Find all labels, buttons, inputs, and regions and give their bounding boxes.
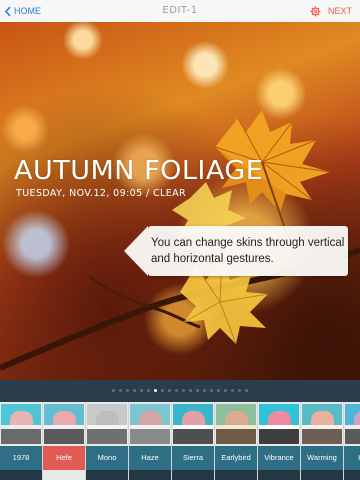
filter-label: 1978 [0, 446, 42, 470]
photo-subline: TUESDAY, NOV.12, 09:05 / CLEAR [16, 188, 187, 199]
filter-strip[interactable]: 1978 Hefe Mono Haze Sierra Earlybird Vibrance W… [0, 402, 360, 480]
page-dot-active[interactable] [154, 389, 157, 392]
filter-footer [344, 470, 360, 480]
page-indicator-bar [0, 380, 360, 402]
filter-footer [86, 470, 128, 480]
filter-item[interactable]: Earlybird [215, 402, 258, 480]
page-dot[interactable] [175, 389, 178, 392]
filter-item[interactable]: Warming [301, 402, 344, 480]
page-dot[interactable] [189, 389, 192, 392]
filter-thumbnail [44, 404, 84, 444]
filter-item[interactable]: 1978 [0, 402, 43, 480]
page-dot[interactable] [245, 389, 248, 392]
filter-footer [172, 470, 214, 480]
filter-footer [43, 470, 85, 480]
page-dot[interactable] [133, 389, 136, 392]
next-button[interactable]: NEXT [310, 4, 352, 18]
photo-headline: AUTUMN FOLIAGE [14, 156, 264, 186]
filter-label: Hefe [43, 446, 85, 470]
page-dot[interactable] [224, 389, 227, 392]
filter-thumbnail [130, 404, 170, 444]
page-dot[interactable] [168, 389, 171, 392]
next-button-label: NEXT [327, 6, 352, 16]
filter-item[interactable]: Vibrance [258, 402, 301, 480]
gesture-tooltip: You can change skins through vertical an… [124, 226, 348, 276]
filter-item[interactable]: Hefe [43, 402, 86, 480]
page-dot[interactable] [238, 389, 241, 392]
filter-footer [0, 470, 42, 480]
page-dot[interactable] [119, 389, 122, 392]
page-title: EDIT-1 [162, 5, 198, 16]
filter-footer [215, 470, 257, 480]
filter-thumbnail [302, 404, 342, 444]
filter-thumbnail [259, 404, 299, 444]
filter-label: Earlybird [215, 446, 257, 470]
page-dot[interactable] [196, 389, 199, 392]
page-dot[interactable] [217, 389, 220, 392]
page-dot[interactable] [140, 389, 143, 392]
page-dot[interactable] [126, 389, 129, 392]
filter-footer [258, 470, 300, 480]
filter-thumbnail [173, 404, 213, 444]
filter-footer [301, 470, 343, 480]
filter-thumbnail [216, 404, 256, 444]
gesture-tooltip-text: You can change skins through vertical an… [151, 237, 345, 265]
filter-item[interactable]: Hue [344, 402, 360, 480]
page-dot[interactable] [210, 389, 213, 392]
filter-list: 1978 Hefe Mono Haze Sierra Earlybird Vibrance W… [0, 402, 360, 480]
page-dot[interactable] [112, 389, 115, 392]
page-dot[interactable] [147, 389, 150, 392]
top-bar: HOME EDIT-1 NEXT [0, 0, 360, 23]
page-dot[interactable] [231, 389, 234, 392]
filter-item[interactable]: Sierra [172, 402, 215, 480]
filter-thumbnail [1, 404, 41, 444]
page-dot[interactable] [203, 389, 206, 392]
filter-thumbnail [345, 404, 360, 444]
filter-label: Mono [86, 446, 128, 470]
filter-label: Vibrance [258, 446, 300, 470]
filter-label: Warming [301, 446, 343, 470]
filter-item[interactable]: Mono [86, 402, 129, 480]
filter-label: Hue [344, 446, 360, 470]
filter-item[interactable]: Haze [129, 402, 172, 480]
photo-canvas[interactable]: AUTUMN FOLIAGE TUESDAY, NOV.12, 09:05 / … [0, 22, 360, 380]
filter-footer [129, 470, 171, 480]
page-dot[interactable] [182, 389, 185, 392]
filter-label: Sierra [172, 446, 214, 470]
filter-label: Haze [129, 446, 171, 470]
filter-thumbnail [87, 404, 127, 444]
page-dot[interactable] [161, 389, 164, 392]
gear-icon[interactable] [310, 5, 321, 17]
page-indicator[interactable] [0, 389, 360, 392]
autumn-leaves-photo [0, 110, 360, 371]
